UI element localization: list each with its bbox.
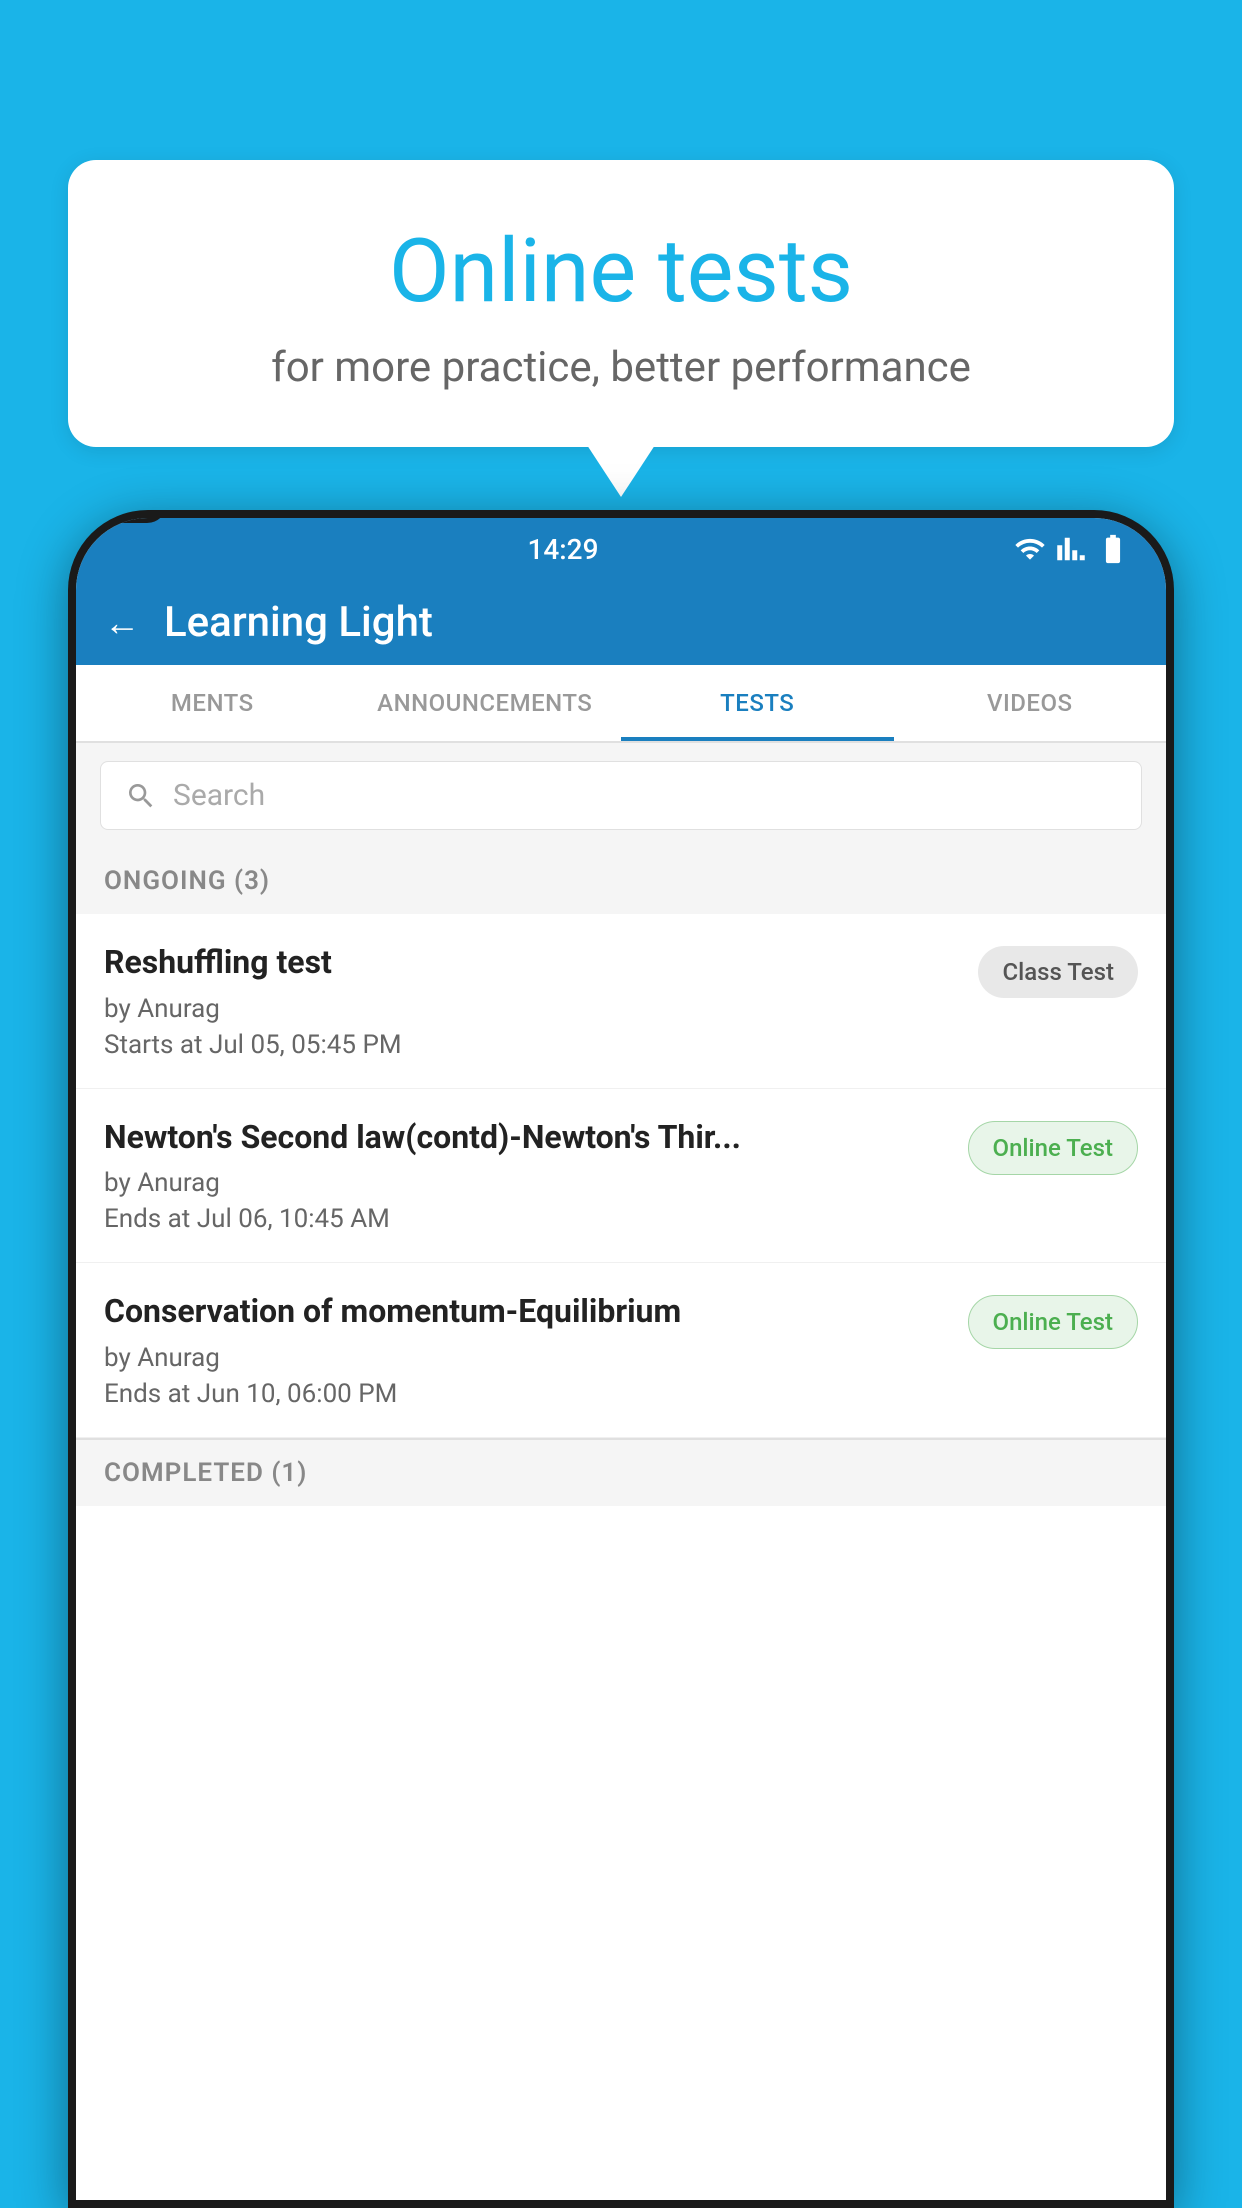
back-button[interactable]: ← bbox=[104, 602, 140, 644]
ongoing-section-header: ONGOING (3) bbox=[76, 848, 1166, 914]
notch bbox=[76, 518, 167, 523]
signal-icon bbox=[1056, 534, 1086, 564]
test-time-conservation: Ends at Jun 10, 06:00 PM bbox=[104, 1379, 952, 1409]
wifi-icon bbox=[1014, 533, 1046, 565]
app-header: ← Learning Light bbox=[76, 580, 1166, 665]
bubble-title: Online tests bbox=[118, 220, 1124, 323]
test-name-conservation: Conservation of momentum-Equilibrium bbox=[104, 1291, 952, 1333]
battery-icon bbox=[1096, 532, 1130, 566]
completed-section-header: COMPLETED (1) bbox=[76, 1438, 1166, 1506]
test-name-newton: Newton's Second law(contd)-Newton's Thir… bbox=[104, 1117, 952, 1159]
status-time: 14:29 bbox=[527, 533, 598, 566]
test-author-reshuffling: by Anurag bbox=[104, 994, 962, 1024]
ongoing-section-title: ONGOING (3) bbox=[104, 866, 270, 896]
speech-bubble: Online tests for more practice, better p… bbox=[68, 160, 1174, 447]
search-container: Search bbox=[76, 743, 1166, 848]
tab-tests[interactable]: TESTS bbox=[621, 665, 894, 741]
app-title: Learning Light bbox=[164, 598, 433, 647]
search-placeholder: Search bbox=[173, 778, 265, 813]
test-item-newton[interactable]: Newton's Second law(contd)-Newton's Thir… bbox=[76, 1089, 1166, 1264]
test-item-conservation[interactable]: Conservation of momentum-Equilibrium by … bbox=[76, 1263, 1166, 1438]
test-badge-conservation: Online Test bbox=[968, 1295, 1138, 1349]
test-time-newton: Ends at Jul 06, 10:45 AM bbox=[104, 1204, 952, 1234]
scroll-content[interactable]: Search ONGOING (3) Reshuffling test by A… bbox=[76, 743, 1166, 2200]
search-icon bbox=[125, 780, 157, 812]
tab-announcements[interactable]: ANNOUNCEMENTS bbox=[349, 665, 622, 741]
test-badge-reshuffling: Class Test bbox=[978, 946, 1138, 998]
test-name-reshuffling: Reshuffling test bbox=[104, 942, 962, 984]
test-info-conservation: Conservation of momentum-Equilibrium by … bbox=[104, 1291, 952, 1409]
tabs-container: MENTS ANNOUNCEMENTS TESTS VIDEOS bbox=[76, 665, 1166, 743]
completed-section-title: COMPLETED (1) bbox=[104, 1458, 307, 1488]
test-item-reshuffling[interactable]: Reshuffling test by Anurag Starts at Jul… bbox=[76, 914, 1166, 1089]
test-info-newton: Newton's Second law(contd)-Newton's Thir… bbox=[104, 1117, 952, 1235]
test-info-reshuffling: Reshuffling test by Anurag Starts at Jul… bbox=[104, 942, 962, 1060]
test-author-newton: by Anurag bbox=[104, 1168, 952, 1198]
search-bar[interactable]: Search bbox=[100, 761, 1142, 830]
tab-ments[interactable]: MENTS bbox=[76, 665, 349, 741]
test-badge-newton: Online Test bbox=[968, 1121, 1138, 1175]
status-icons bbox=[1014, 532, 1130, 566]
tab-videos[interactable]: VIDEOS bbox=[894, 665, 1167, 741]
phone-screen: 14:29 ← Learning Light bbox=[76, 518, 1166, 2200]
phone-frame: 14:29 ← Learning Light bbox=[68, 510, 1174, 2208]
test-time-reshuffling: Starts at Jul 05, 05:45 PM bbox=[104, 1030, 962, 1060]
test-author-conservation: by Anurag bbox=[104, 1343, 952, 1373]
bubble-subtitle: for more practice, better performance bbox=[118, 343, 1124, 392]
status-bar: 14:29 bbox=[76, 518, 1166, 580]
